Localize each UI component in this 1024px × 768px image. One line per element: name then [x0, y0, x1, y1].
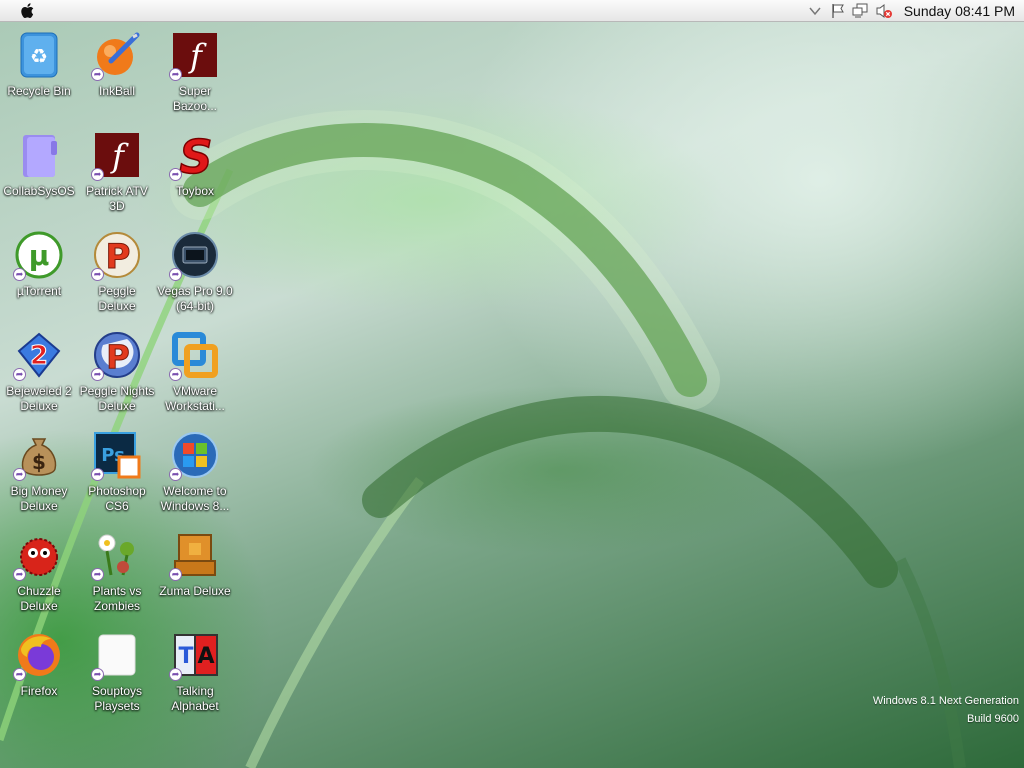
desktop-icon-bejeweled-2[interactable]: 2 ➦ Bejeweled 2 Deluxe [0, 325, 78, 421]
svg-text:P: P [106, 338, 129, 376]
svg-text:2: 2 [30, 341, 48, 371]
shortcut-arrow-icon: ➦ [13, 568, 26, 581]
peggle-nights-icon: P ➦ [91, 331, 141, 381]
shortcut-arrow-icon: ➦ [169, 468, 182, 481]
utorrent-icon: µ ➦ [13, 231, 63, 281]
shortcut-arrow-icon: ➦ [13, 468, 26, 481]
flag-icon[interactable] [829, 2, 847, 20]
svg-text:$: $ [32, 450, 46, 474]
desktop-icon-patrick-atv-3d[interactable]: f ➦ Patrick ATV 3D [78, 125, 156, 221]
folder-icon [15, 131, 63, 179]
shortcut-arrow-icon: ➦ [91, 668, 104, 681]
shortcut-arrow-icon: ➦ [169, 368, 182, 381]
flash-icon: f ➦ [91, 131, 141, 181]
svg-text:µ: µ [29, 239, 50, 272]
desktop-icon-big-money[interactable]: $ ➦ Big Money Deluxe [0, 425, 78, 521]
recycle-bin-icon: ♻ [15, 31, 63, 79]
desktop-icon-peggle-deluxe[interactable]: P ➦ Peggle Deluxe [78, 225, 156, 321]
shortcut-arrow-icon: ➦ [169, 668, 182, 681]
shortcut-arrow-icon: ➦ [91, 168, 104, 181]
desktop-icon-talking-alphabet[interactable]: TA ➦ Talking Alphabet [156, 625, 234, 721]
windows-icon: ➦ [169, 431, 219, 481]
desktop-icon-vmware[interactable]: ➦ VMware Workstati... [156, 325, 234, 421]
system-tray: Sunday 08:41 PM [806, 0, 1024, 22]
shortcut-arrow-icon: ➦ [13, 668, 26, 681]
svg-text:A: A [197, 644, 214, 669]
shortcut-arrow-icon: ➦ [91, 68, 104, 81]
desktop-icon-utorrent[interactable]: µ ➦ µTorrent [0, 225, 78, 321]
shortcut-arrow-icon: ➦ [13, 368, 26, 381]
shortcut-arrow-icon: ➦ [169, 168, 182, 181]
toybox-icon: S ➦ [169, 129, 219, 185]
shortcut-arrow-icon: ➦ [169, 268, 182, 281]
shortcut-arrow-icon: ➦ [169, 568, 182, 581]
money-bag-icon: $ ➦ [13, 431, 63, 481]
svg-text:P: P [106, 237, 131, 277]
menu-bar: Sunday 08:41 PM [0, 0, 1024, 22]
desktop-icon-super-bazoo[interactable]: f ➦ Super Bazoo... [156, 25, 234, 121]
svg-text:S: S [179, 131, 212, 179]
network-icon[interactable] [852, 2, 870, 20]
desktop-icon-collabsysos[interactable]: CollabSysOS [0, 125, 78, 221]
shortcut-arrow-icon: ➦ [91, 268, 104, 281]
desktop-icon-inkball[interactable]: ➦ InkBall [78, 25, 156, 121]
desktop-icon-peggle-nights[interactable]: P ➦ Peggle Nights Deluxe [78, 325, 156, 421]
shortcut-arrow-icon: ➦ [91, 368, 104, 381]
inkball-icon: ➦ [91, 31, 141, 81]
watermark-edition: Windows 8.1 Next Generation [872, 695, 1019, 707]
desktop-icon-firefox[interactable]: ➦ Firefox [0, 625, 78, 721]
vmware-icon: ➦ [169, 331, 219, 381]
shortcut-arrow-icon: ➦ [91, 568, 104, 581]
shortcut-arrow-icon: ➦ [169, 68, 182, 81]
chuzzle-icon: ➦ [13, 531, 63, 581]
desktop-icon-photoshop-cs6[interactable]: Ps ➦ Photoshop CS6 [78, 425, 156, 521]
plants-icon: ➦ [91, 531, 141, 581]
clock[interactable]: Sunday 08:41 PM [904, 3, 1015, 19]
svg-text:T: T [178, 644, 193, 669]
shortcut-arrow-icon: ➦ [13, 268, 26, 281]
photoshop-icon: Ps ➦ [91, 431, 141, 481]
desktop-icon-welcome-windows[interactable]: ➦ Welcome to Windows 8... [156, 425, 234, 521]
svg-text:♻: ♻ [30, 44, 48, 68]
desktop-icon-toybox[interactable]: S ➦ Toybox [156, 125, 234, 221]
chevron-down-icon[interactable] [806, 2, 824, 20]
desktop-icon-souptoys[interactable]: ➦ Souptoys Playsets [78, 625, 156, 721]
peggle-icon: P ➦ [91, 231, 141, 281]
desktop-icon-chuzzle[interactable]: ➦ Chuzzle Deluxe [0, 525, 78, 621]
vegas-icon: ➦ [169, 231, 219, 281]
desktop-icon-plants-vs-zombies[interactable]: ➦ Plants vs Zombies [78, 525, 156, 621]
talking-alphabet-icon: TA ➦ [169, 631, 219, 681]
firefox-icon: ➦ [13, 631, 63, 681]
zuma-icon: ➦ [169, 531, 219, 581]
desktop-icon-recycle-bin[interactable]: ♻ Recycle Bin [0, 25, 78, 121]
shortcut-arrow-icon: ➦ [91, 468, 104, 481]
bejeweled-icon: 2 ➦ [13, 331, 63, 381]
os-version-watermark: Windows 8.1 Next Generation Build 9600 [873, 692, 1019, 728]
apple-menu-icon[interactable] [16, 0, 38, 22]
desktop-icon-zuma-deluxe[interactable]: ➦ Zuma Deluxe [156, 525, 234, 621]
flash-icon: f ➦ [169, 31, 219, 81]
blank-icon: ➦ [91, 631, 141, 681]
volume-muted-icon[interactable] [875, 2, 893, 20]
desktop-icon-vegas-pro[interactable]: ➦ Vegas Pro 9.0 (64-bit) [156, 225, 234, 321]
watermark-build: Build 9600 [967, 713, 1019, 725]
